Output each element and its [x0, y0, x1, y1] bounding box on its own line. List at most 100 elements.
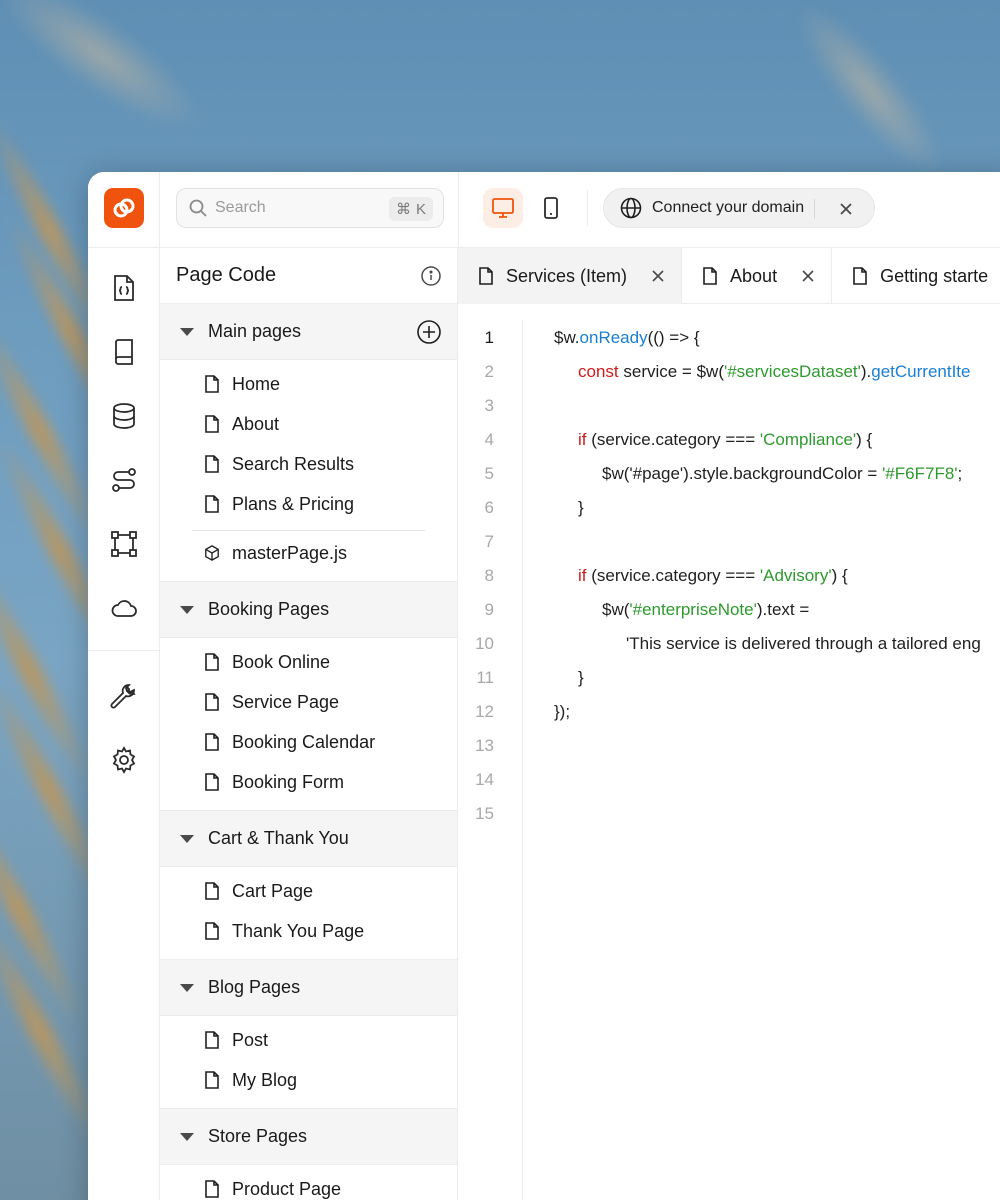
file-icon	[204, 1031, 220, 1049]
code-token: 'Compliance'	[759, 430, 857, 449]
chevron-down-icon[interactable]	[180, 605, 194, 614]
line-number: 4	[484, 430, 494, 449]
page-item[interactable]: Thank You Page	[160, 911, 457, 951]
group-label: Cart & Thank You	[208, 828, 349, 848]
page-item[interactable]: About	[160, 404, 457, 444]
tab[interactable]: About	[682, 248, 833, 304]
page-item[interactable]: Home	[160, 364, 457, 404]
chevron-down-icon[interactable]	[180, 834, 194, 843]
code-line: 'This service is delivered through a tai…	[626, 634, 981, 654]
frame-icon[interactable]	[108, 528, 140, 560]
line-number: 14	[475, 770, 494, 789]
file-icon	[204, 415, 220, 433]
search-shortcut: ⌘ K	[388, 197, 433, 221]
page-item[interactable]: Booking Form	[160, 762, 457, 802]
page-item-label: Thank You Page	[232, 920, 365, 941]
page-item[interactable]: Plans & Pricing	[160, 484, 457, 524]
page-item[interactable]: Search Results	[160, 444, 457, 484]
search-input[interactable]	[215, 199, 385, 217]
tab[interactable]: Getting starte	[832, 248, 1000, 304]
line-number: 5	[484, 464, 494, 483]
search-icon	[189, 199, 207, 217]
group-label: Booking Pages	[208, 599, 330, 619]
info-icon[interactable]	[421, 266, 441, 286]
line-number: 9	[484, 600, 494, 619]
page-item-label: Plans & Pricing	[232, 493, 355, 514]
shortcut-symbol: ⌘	[395, 201, 411, 218]
gear-icon[interactable]	[108, 744, 140, 776]
file-icon	[204, 773, 220, 791]
page-item-label: Book Online	[232, 651, 331, 672]
page-item-label: Booking Calendar	[232, 731, 376, 752]
page-item-label: Booking Form	[232, 771, 345, 792]
tab-label: Getting starte	[880, 265, 989, 286]
code-token: getCurrentIte	[871, 362, 971, 381]
chevron-down-icon[interactable]	[180, 983, 194, 992]
code-token: ).	[860, 362, 872, 381]
code-token: const	[578, 362, 619, 381]
shortcut-key: K	[415, 200, 426, 218]
mobile-view-button[interactable]	[531, 188, 571, 228]
globe-icon	[620, 197, 642, 219]
code-token: (() => {	[647, 328, 700, 347]
group-header[interactable]: Main pages	[160, 304, 457, 360]
code-editor[interactable]: 1 $w.onReady(() => {2 const service = $w('…	[458, 304, 1000, 1200]
group-header[interactable]: Cart & Thank You	[160, 811, 457, 867]
page-item[interactable]: Product Page	[160, 1169, 457, 1200]
code-token: service = $w(	[618, 362, 724, 381]
code-token: }	[578, 668, 584, 687]
tab[interactable]: Services (Item)	[458, 248, 683, 304]
file-icon	[204, 653, 220, 671]
master-page-item[interactable]: masterPage.js	[160, 533, 457, 573]
page-item[interactable]: Book Online	[160, 642, 457, 682]
code-line: const service = $w('#servicesDataset').g…	[578, 362, 971, 382]
group-label: Store Pages	[208, 1126, 308, 1146]
wrench-icon[interactable]	[108, 680, 140, 712]
page-item[interactable]: Post	[160, 1020, 457, 1060]
code-token: '#F6F7F8'	[882, 464, 958, 483]
page-group: Blog Pages Post My Blog	[160, 960, 457, 1109]
code-token: (service.category ===	[586, 430, 760, 449]
chevron-down-icon[interactable]	[180, 1132, 194, 1141]
desktop-view-button[interactable]	[483, 188, 523, 228]
close-icon[interactable]	[836, 199, 856, 219]
panel-title: Page Code	[176, 264, 277, 286]
page-item[interactable]: Service Page	[160, 682, 457, 722]
search-box[interactable]: ⌘ K	[176, 188, 444, 228]
page-item-label: Search Results	[232, 453, 355, 474]
page-item[interactable]: Booking Calendar	[160, 722, 457, 762]
top-bar: ⌘ K Connect your domain	[160, 172, 1000, 248]
cube-icon	[204, 544, 220, 562]
group-header[interactable]: Store Pages	[160, 1109, 457, 1165]
chevron-down-icon[interactable]	[180, 327, 194, 336]
add-page-icon[interactable]	[417, 320, 441, 344]
line-number: 15	[475, 804, 494, 823]
code-token: 'Advisory'	[759, 566, 832, 585]
group-label: Main pages	[208, 321, 302, 341]
file-icon	[852, 267, 868, 285]
line-number: 3	[484, 396, 494, 415]
group-header[interactable]: Blog Pages	[160, 960, 457, 1016]
book-icon[interactable]	[108, 336, 140, 368]
code-token: '#servicesDataset'	[723, 362, 861, 381]
connect-domain-pill[interactable]: Connect your domain	[603, 188, 875, 228]
database-icon[interactable]	[108, 400, 140, 432]
workflow-icon[interactable]	[108, 464, 140, 496]
code-token: ) {	[831, 566, 848, 585]
code-token: }	[578, 498, 584, 517]
group-label: Blog Pages	[208, 977, 301, 997]
close-tab-icon[interactable]	[651, 269, 665, 283]
page-item[interactable]: Cart Page	[160, 871, 457, 911]
code-file-icon[interactable]	[108, 272, 140, 304]
page-item-label: About	[232, 413, 280, 434]
app-logo[interactable]	[104, 188, 144, 228]
file-icon	[204, 1071, 220, 1089]
close-tab-icon[interactable]	[801, 269, 815, 283]
line-number: 6	[484, 498, 494, 517]
page-item-label: Service Page	[232, 691, 340, 712]
cloud-icon[interactable]	[108, 592, 140, 624]
group-header[interactable]: Booking Pages	[160, 582, 457, 638]
file-icon	[478, 267, 494, 285]
page-item-label: Home	[232, 373, 281, 394]
page-item[interactable]: My Blog	[160, 1060, 457, 1100]
